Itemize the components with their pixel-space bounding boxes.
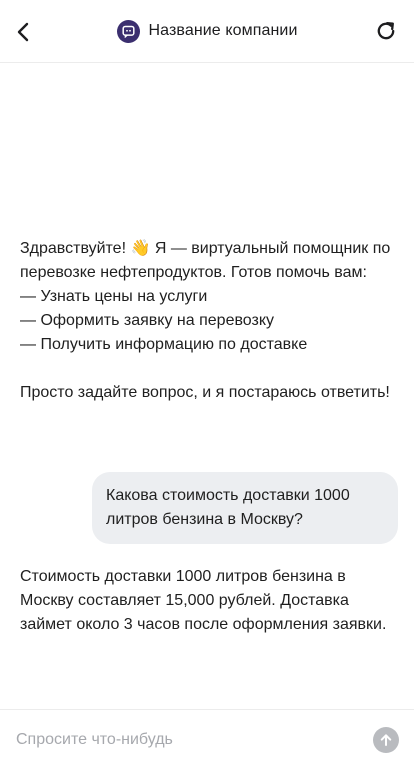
bot-message: Стоимость доставки 1000 литров бензина в… <box>20 568 387 633</box>
company-logo <box>116 19 140 43</box>
send-button[interactable] <box>373 727 399 753</box>
refresh-icon <box>377 22 395 40</box>
header-title-group: Название компании <box>0 18 414 44</box>
message-input[interactable] <box>16 726 356 754</box>
header: Название компании <box>0 0 414 63</box>
arrow-up-icon <box>380 734 392 746</box>
user-message-bubble: Какова стоимость доставки 1000 литров бе… <box>92 472 398 544</box>
chat-screen: Название компании Здравствуйте! 👋 Я — ви… <box>0 0 414 770</box>
bot-message: Здравствуйте! 👋 Я — виртуальный помощник… <box>20 240 391 401</box>
page-title: Название компании <box>148 22 298 39</box>
input-bar <box>0 709 414 770</box>
chat-bubble-icon <box>121 25 135 38</box>
refresh-button[interactable] <box>372 17 400 45</box>
